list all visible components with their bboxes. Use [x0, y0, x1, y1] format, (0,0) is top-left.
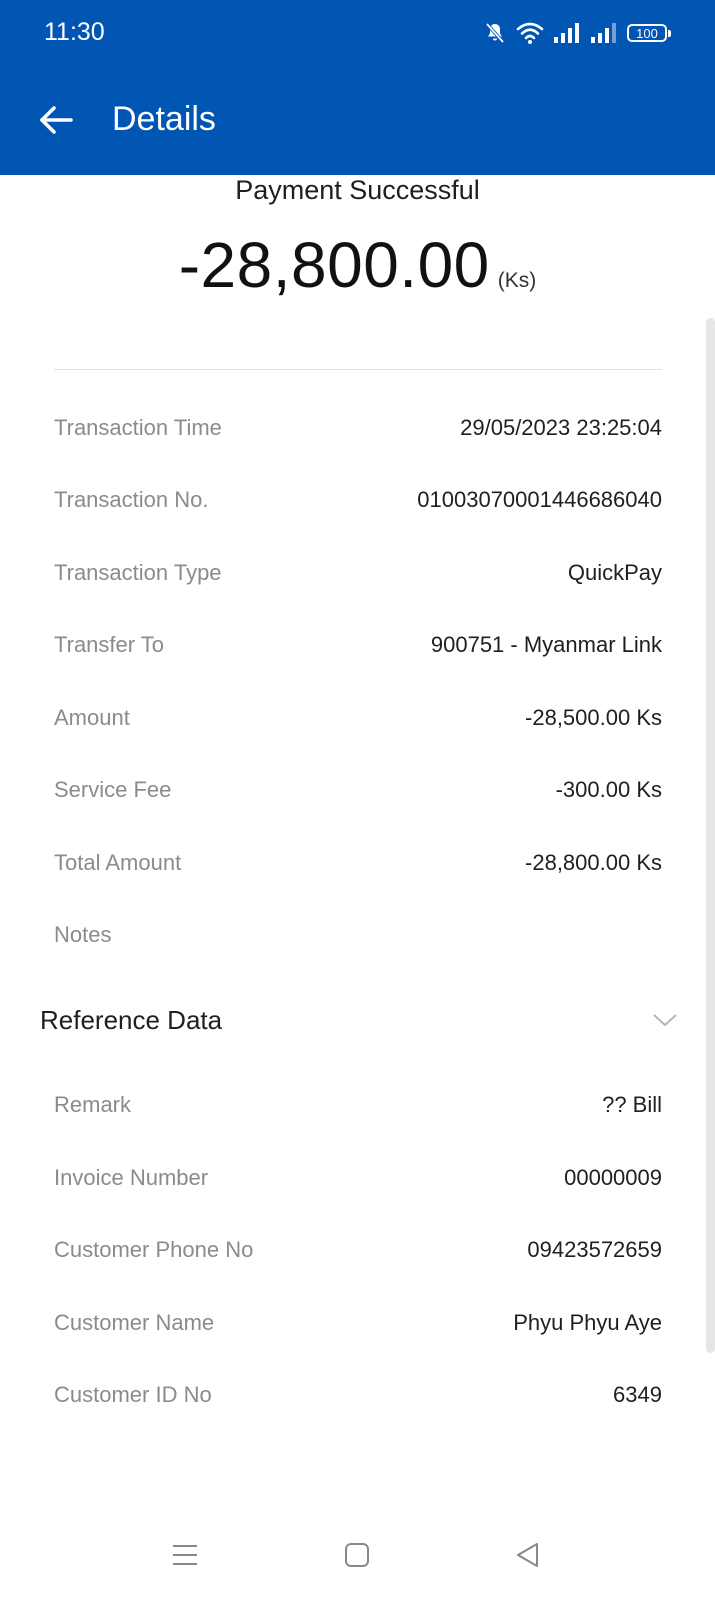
detail-label: Transfer To: [54, 632, 165, 657]
reference-row-customer-name: Customer Name Phyu Phyu Aye: [54, 1303, 662, 1343]
section-title: Reference Data: [40, 1004, 223, 1035]
reference-row-customer-id: Customer ID No 6349: [54, 1375, 662, 1415]
detail-label: Service Fee: [54, 777, 172, 802]
battery-icon: 100: [627, 24, 671, 42]
status-icons: 100: [483, 18, 671, 48]
menu-icon: [173, 1545, 197, 1565]
detail-row-total-amount: Total Amount -28,800.00 Ks: [54, 843, 662, 883]
home-square-icon: [345, 1543, 369, 1567]
arrow-left-icon: [40, 106, 73, 134]
reference-row-remark: Remark ?? Bill: [54, 1085, 662, 1125]
reference-label: Customer Name: [54, 1310, 215, 1335]
reference-value: 09423572659: [527, 1237, 662, 1262]
system-nav-bar: [0, 1525, 715, 1585]
reference-value: Phyu Phyu Aye: [513, 1310, 662, 1335]
amount-display: -28,800.00 (Ks): [0, 228, 715, 302]
reference-row-invoice-number: Invoice Number 00000009: [54, 1158, 662, 1198]
amount-unit: (Ks): [497, 269, 537, 292]
detail-label: Amount: [54, 705, 130, 730]
back-button[interactable]: [34, 98, 78, 142]
reference-label: Remark: [54, 1092, 132, 1117]
status-time: 11:30: [44, 18, 105, 46]
app-bar: 11:30 100 Details: [0, 0, 715, 175]
detail-row-amount: Amount -28,500.00 Ks: [54, 698, 662, 738]
reference-row-customer-phone: Customer Phone No 09423572659: [54, 1230, 662, 1270]
detail-label: Transaction Time: [54, 415, 222, 440]
wifi-icon: [516, 21, 544, 45]
reference-value: 6349: [613, 1382, 662, 1407]
detail-row-notes: Notes: [54, 915, 662, 955]
chevron-down-icon: [653, 1014, 677, 1027]
detail-value: 01003070001446686040: [417, 487, 662, 512]
scrollbar[interactable]: [706, 318, 715, 1353]
detail-value: -28,800.00 Ks: [525, 850, 662, 875]
reference-value: 00000009: [564, 1165, 662, 1190]
divider: [54, 369, 662, 370]
bell-off-icon: [483, 21, 507, 45]
home-button[interactable]: [335, 1533, 379, 1577]
reference-label: Invoice Number: [54, 1165, 209, 1190]
reference-value: ?? Bill: [602, 1092, 662, 1117]
system-back-button[interactable]: [506, 1533, 550, 1577]
signal-icon: [553, 22, 581, 44]
detail-row-transaction-no: Transaction No. 01003070001446686040: [54, 480, 662, 520]
detail-value: 900751 - Myanmar Link: [430, 632, 662, 657]
detail-value: QuickPay: [567, 560, 662, 585]
detail-label: Transaction No.: [54, 487, 209, 512]
back-triangle-icon: [517, 1543, 538, 1567]
detail-label: Total Amount: [54, 850, 182, 875]
detail-value: 29/05/2023 23:25:04: [460, 415, 662, 440]
reference-label: Customer ID No: [54, 1382, 212, 1407]
page-title: Details: [112, 100, 216, 138]
detail-row-transaction-time: Transaction Time 29/05/2023 23:25:04: [54, 408, 662, 448]
payment-status: Payment Successful: [235, 175, 480, 205]
detail-row-service-fee: Service Fee -300.00 Ks: [54, 770, 662, 810]
signal-icon: [590, 22, 618, 44]
total-amount: -28,800.00: [178, 229, 490, 301]
detail-value: -28,500.00 Ks: [525, 705, 662, 730]
detail-label: Transaction Type: [54, 560, 222, 585]
detail-row-transaction-type: Transaction Type QuickPay: [54, 553, 662, 593]
detail-value: -300.00 Ks: [555, 777, 662, 802]
reference-label: Customer Phone No: [54, 1237, 254, 1262]
detail-row-transfer-to: Transfer To 900751 - Myanmar Link: [54, 625, 662, 665]
detail-label: Notes: [54, 922, 112, 947]
recent-apps-button[interactable]: [163, 1533, 207, 1577]
reference-data-toggle[interactable]: Reference Data: [40, 998, 678, 1042]
